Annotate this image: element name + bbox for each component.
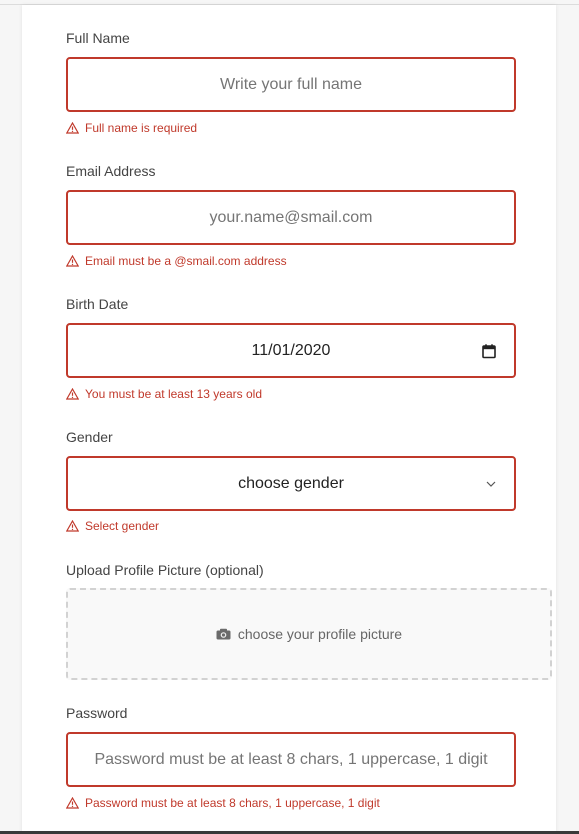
gender-error: Select gender — [66, 519, 159, 533]
full-name-input[interactable]: Write your full name — [66, 57, 516, 112]
warning-triangle-icon — [66, 255, 79, 267]
birth-date-error: You must be at least 13 years old — [66, 387, 262, 401]
full-name-error: Full name is required — [66, 121, 197, 135]
password-error: Password must be at least 8 chars, 1 upp… — [66, 796, 380, 810]
chevron-down-icon — [486, 481, 496, 487]
profile-picture-label: Upload Profile Picture (optional) — [66, 562, 264, 578]
birth-date-input[interactable]: 11/01/2020 — [66, 323, 516, 378]
birth-date-error-text: You must be at least 13 years old — [85, 387, 262, 401]
warning-triangle-icon — [66, 520, 79, 532]
full-name-error-text: Full name is required — [85, 121, 198, 135]
gender-error-text: Select gender — [85, 519, 160, 533]
warning-triangle-icon — [66, 388, 79, 400]
gender-select[interactable]: choose gender — [66, 456, 516, 511]
calendar-icon[interactable] — [482, 343, 496, 358]
password-error-text: Password must be at least 8 chars, 1 upp… — [85, 796, 380, 810]
birth-date-label: Birth Date — [66, 296, 129, 312]
profile-picture-upload[interactable]: choose your profile picture — [66, 588, 552, 680]
password-label: Password — [66, 705, 128, 721]
password-input[interactable]: Password must be at least 8 chars, 1 upp… — [66, 732, 516, 787]
email-input[interactable]: your.name@smail.com — [66, 190, 516, 245]
full-name-label: Full Name — [66, 30, 130, 46]
camera-icon — [216, 628, 231, 640]
email-error: Email must be a @smail.com address — [66, 254, 287, 268]
email-error-text: Email must be a @smail.com address — [85, 254, 287, 268]
warning-triangle-icon — [66, 797, 79, 809]
gender-label: Gender — [66, 429, 113, 445]
birth-date-value: 11/01/2020 — [251, 341, 331, 359]
warning-triangle-icon — [66, 122, 79, 134]
gender-selected-value: choose gender — [238, 474, 344, 492]
profile-picture-prompt: choose your profile picture — [237, 626, 403, 642]
email-label: Email Address — [66, 163, 156, 179]
